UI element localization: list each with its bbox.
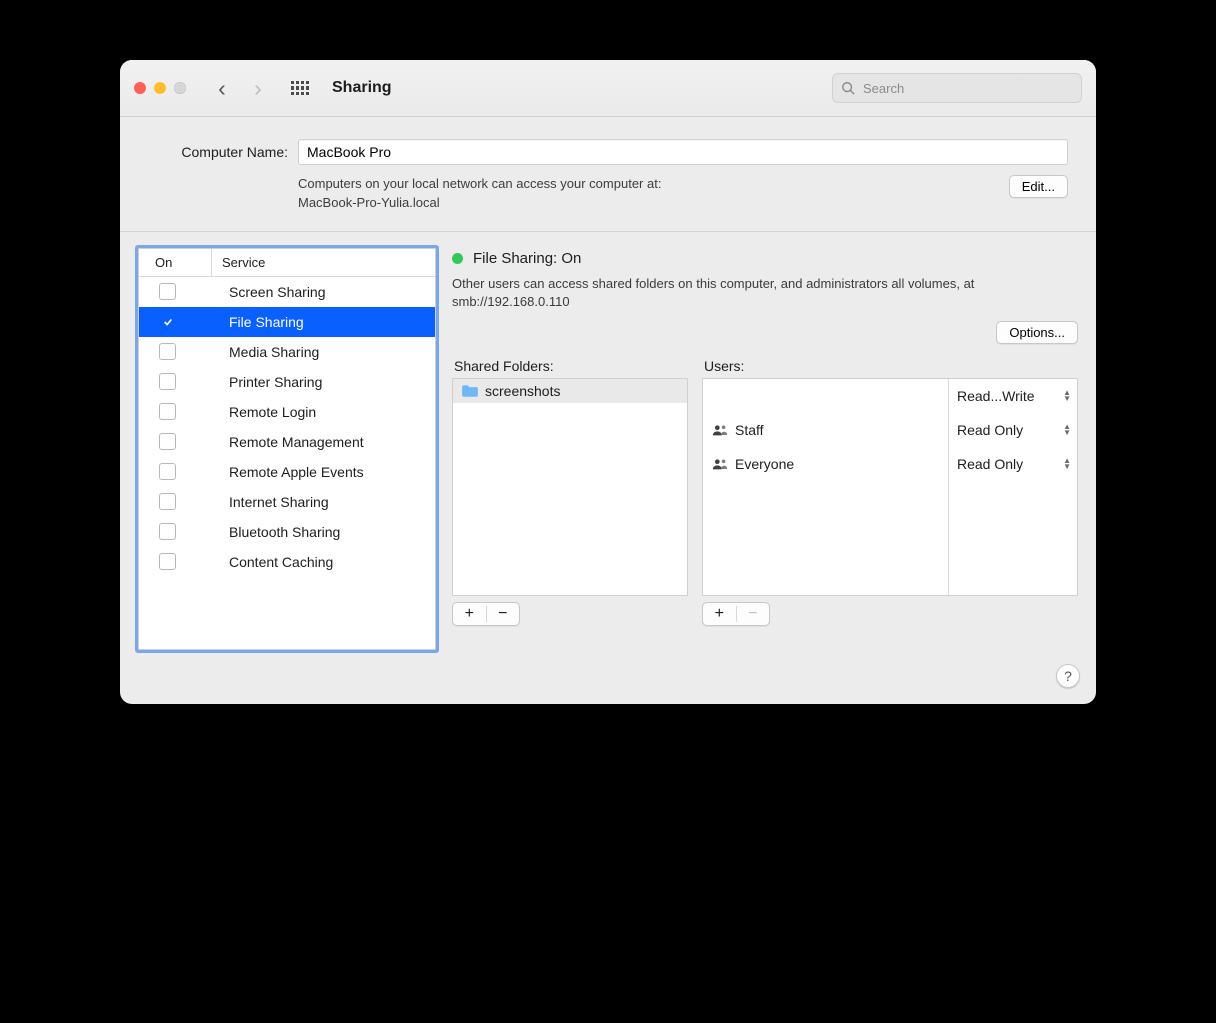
service-row[interactable]: Content Caching (139, 547, 435, 577)
preferences-window: ‹ › Sharing Computer Name: Computers on … (120, 60, 1096, 704)
plus-icon: + (465, 606, 474, 622)
service-checkbox[interactable] (159, 283, 176, 300)
footer: ? (120, 660, 1096, 704)
show-all-button[interactable] (286, 74, 314, 102)
shared-folders-label: Shared Folders: (454, 358, 688, 374)
service-checkbox[interactable] (159, 553, 176, 570)
users-label: Users: (704, 358, 1078, 374)
folders-add-remove: + − (452, 602, 520, 626)
group-icon (711, 457, 729, 471)
service-checkbox[interactable] (159, 463, 176, 480)
close-window-button[interactable] (134, 82, 146, 94)
minus-icon: − (748, 606, 757, 622)
service-row[interactable]: Internet Sharing (139, 487, 435, 517)
service-detail: File Sharing: On Other users can access … (452, 248, 1078, 650)
group-icon (711, 423, 729, 437)
pane-title: Sharing (332, 79, 392, 97)
remove-folder-button[interactable]: − (487, 603, 520, 625)
service-row[interactable]: Printer Sharing (139, 367, 435, 397)
computer-name-info: Computers on your local network can acce… (298, 175, 999, 213)
minus-icon: − (498, 606, 507, 622)
back-button[interactable]: ‹ (208, 74, 236, 102)
status-title: File Sharing: On (473, 250, 581, 267)
chevron-up-down-icon: ▲▼ (1063, 390, 1071, 402)
grid-icon (291, 81, 310, 95)
folder-icon (461, 384, 479, 398)
toolbar: ‹ › Sharing (120, 60, 1096, 117)
plus-icon: + (715, 606, 724, 622)
service-row[interactable]: Bluetooth Sharing (139, 517, 435, 547)
service-row[interactable]: Media Sharing (139, 337, 435, 367)
users-list[interactable]: StaffEveryone Read...Write▲▼Read Only▲▼R… (702, 378, 1078, 596)
users-add-remove: + − (702, 602, 770, 626)
service-checkbox[interactable] (159, 373, 176, 390)
permission-label: Read...Write (957, 388, 1035, 404)
forward-button[interactable]: › (244, 74, 272, 102)
service-label: Content Caching (215, 554, 333, 570)
service-checkbox[interactable] (159, 343, 176, 360)
chevron-left-icon: ‹ (218, 77, 226, 100)
add-folder-button[interactable]: + (453, 603, 486, 625)
user-row[interactable]: Staff (703, 413, 948, 447)
computer-name-section: Computer Name: Computers on your local n… (120, 117, 1096, 232)
service-row[interactable]: Remote Login (139, 397, 435, 427)
permission-label: Read Only (957, 422, 1023, 438)
user-row[interactable] (703, 379, 948, 413)
help-button[interactable]: ? (1056, 664, 1080, 688)
service-checkbox[interactable] (159, 493, 176, 510)
user-row[interactable]: Everyone (703, 447, 948, 481)
service-row[interactable]: Remote Management (139, 427, 435, 457)
chevron-up-down-icon: ▲▼ (1063, 424, 1071, 436)
chevron-up-down-icon: ▲▼ (1063, 458, 1071, 470)
service-label: Remote Login (215, 404, 316, 420)
add-user-button[interactable]: + (703, 603, 736, 625)
help-icon: ? (1064, 668, 1072, 684)
services-header-on[interactable]: On (139, 249, 212, 276)
main-content: On Service Screen Sharing File Sharing Med… (120, 232, 1096, 660)
shared-folders-list[interactable]: screenshots (452, 378, 688, 596)
service-checkbox[interactable] (159, 313, 176, 330)
status-description: Other users can access shared folders on… (452, 275, 1078, 311)
user-label: Everyone (735, 456, 794, 472)
service-label: Printer Sharing (215, 374, 322, 390)
service-label: Remote Management (215, 434, 364, 450)
permission-selector[interactable]: Read Only ▲▼ (949, 447, 1077, 481)
remove-user-button: − (737, 603, 770, 625)
computer-name-label: Computer Name: (148, 144, 288, 160)
computer-name-input[interactable] (298, 139, 1068, 165)
service-checkbox[interactable] (159, 523, 176, 540)
service-row[interactable]: Remote Apple Events (139, 457, 435, 487)
service-checkbox[interactable] (159, 403, 176, 420)
services-header-service[interactable]: Service (212, 249, 275, 276)
user-label: Staff (735, 422, 764, 438)
search-field[interactable] (832, 73, 1082, 103)
service-row[interactable]: Screen Sharing (139, 277, 435, 307)
minimize-window-button[interactable] (154, 82, 166, 94)
service-checkbox[interactable] (159, 433, 176, 450)
services-header: On Service (139, 249, 435, 277)
search-icon (841, 81, 855, 95)
service-label: Remote Apple Events (215, 464, 364, 480)
permission-label: Read Only (957, 456, 1023, 472)
options-button[interactable]: Options... (996, 321, 1078, 344)
service-label: Screen Sharing (215, 284, 326, 300)
service-label: File Sharing (215, 314, 304, 330)
edit-hostname-button[interactable]: Edit... (1009, 175, 1068, 198)
permission-selector[interactable]: Read...Write ▲▼ (949, 379, 1077, 413)
traffic-lights (134, 82, 186, 94)
services-list[interactable]: On Service Screen Sharing File Sharing Med… (138, 248, 436, 650)
service-row[interactable]: File Sharing (139, 307, 435, 337)
permission-selector[interactable]: Read Only ▲▼ (949, 413, 1077, 447)
chevron-right-icon: › (254, 77, 262, 100)
shared-folder-item[interactable]: screenshots (453, 379, 687, 403)
service-label: Media Sharing (215, 344, 319, 360)
service-label: Bluetooth Sharing (215, 524, 340, 540)
shared-folder-label: screenshots (485, 383, 560, 399)
service-label: Internet Sharing (215, 494, 329, 510)
status-indicator-icon (452, 253, 463, 264)
search-input[interactable] (861, 80, 1073, 97)
zoom-window-button[interactable] (174, 82, 186, 94)
